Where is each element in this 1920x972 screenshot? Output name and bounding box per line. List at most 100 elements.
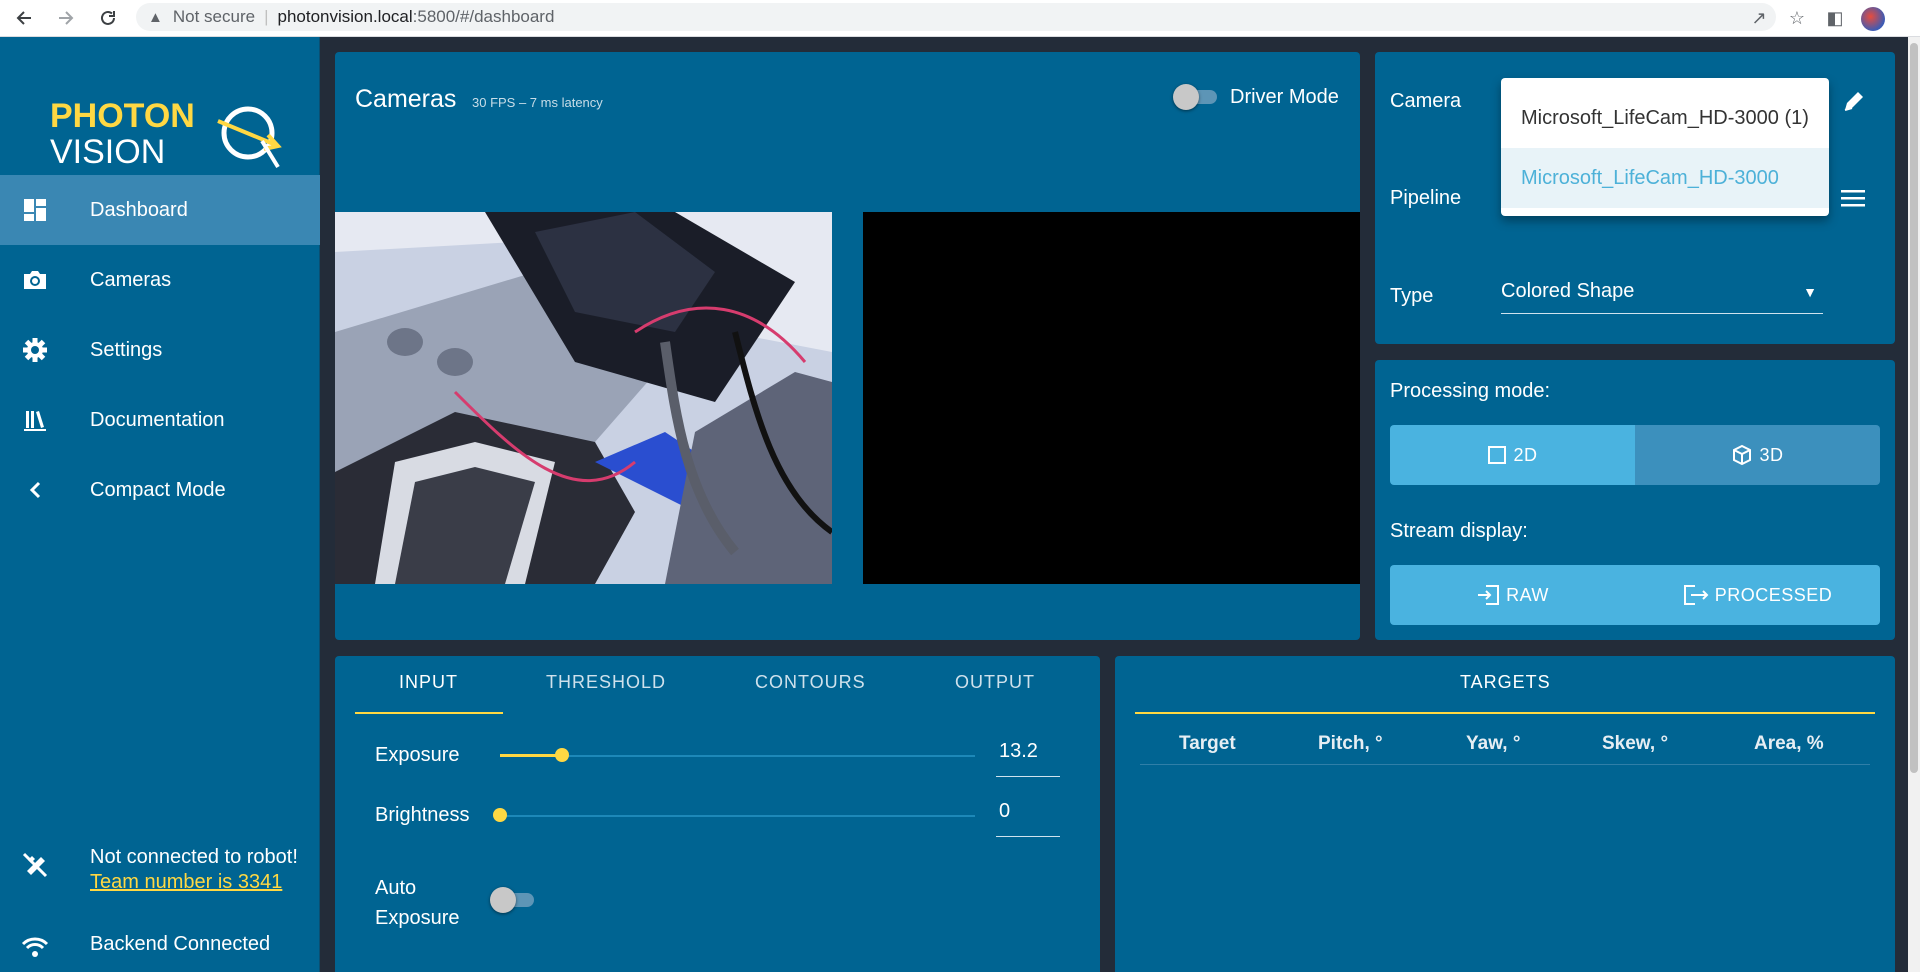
tab-threshold[interactable]: THRESHOLD [546,672,666,693]
cube-icon [1733,444,1752,466]
pipeline-label: Pipeline [1390,187,1462,209]
scrollbar-thumb[interactable] [1910,43,1918,773]
toggle-thumb [490,887,516,913]
targets-panel [1115,656,1895,972]
auto-exposure-label: Auto Exposure [375,873,460,933]
targets-underline [1135,712,1875,714]
type-select[interactable]: Colored Shape ▼ [1501,280,1823,314]
svg-text:VISION: VISION [50,133,165,171]
type-select-value: Colored Shape [1501,280,1635,302]
caret-down-icon: ▼ [1803,284,1817,300]
page-scrollbar[interactable] [1908,37,1920,972]
robot-disconnected-icon [0,845,70,879]
active-tab-indicator [355,712,503,714]
camera-dropdown-menu: Microsoft_LifeCam_HD-3000 (1) Microsoft_… [1501,78,1829,216]
back-arrow-icon[interactable] [10,4,38,32]
camera-label: Camera [1390,90,1462,112]
stream-raw-label: RAW [1506,584,1549,605]
login-icon [1478,585,1500,605]
type-label: Type [1390,285,1434,307]
auto-exposure-toggle[interactable] [490,887,534,913]
photonvision-logo: PHOTON VISION [48,77,288,177]
pencil-icon[interactable] [1841,88,1867,119]
sidebar-item-cameras[interactable]: Cameras [0,245,320,315]
tab-input[interactable]: INPUT [399,672,458,693]
url-path: :5800/#/dashboard [412,7,555,26]
driver-mode-label: Driver Mode [1230,86,1339,108]
backend-status-text: Backend Connected [90,933,271,955]
exposure-slider-thumb[interactable] [554,748,569,762]
cameras-title: Cameras [355,85,457,113]
processing-mode-toggle: 2D 3D [1390,425,1880,485]
targets-title: TARGETS [1460,672,1551,692]
column-header-pitch: Pitch, ° [1318,733,1383,754]
toggle-thumb [1173,84,1199,110]
column-header-yaw: Yaw, ° [1466,733,1521,754]
stream-raw-button[interactable]: RAW [1390,565,1635,625]
sidebar: PHOTON VISION Dashboard Cameras Settings… [0,37,320,972]
tab-contours[interactable]: CONTOURS [755,672,866,693]
processing-mode-label: Processing mode: [1390,380,1551,402]
fps-latency-stats: 30 FPS – 7 ms latency [472,95,603,110]
logout-icon [1683,585,1709,605]
browser-toolbar: ▲ Not secure | photonvision.local:5800/#… [0,0,1920,37]
camera-option-selected[interactable]: Microsoft_LifeCam_HD-3000 [1501,148,1829,208]
robot-status: Not connected to robot! Team number is 3… [0,845,320,895]
star-icon[interactable]: ☆ [1778,8,1816,29]
camera-icon [0,268,70,292]
raw-stream-image [335,212,832,584]
warning-icon: ▲ [148,8,163,26]
mode-panel: Processing mode: 2D 3D Stream display: R… [1375,360,1895,640]
tab-output[interactable]: OUTPUT [955,672,1035,693]
column-header-skew: Skew, ° [1602,733,1669,754]
processing-3d-label: 3D [1759,444,1784,465]
column-header-area: Area, % [1754,733,1824,754]
sidebar-item-documentation[interactable]: Documentation [0,385,320,455]
camera-option[interactable]: Microsoft_LifeCam_HD-3000 (1) [1501,88,1829,148]
sidebar-item-dashboard[interactable]: Dashboard [0,175,320,245]
brightness-slider-thumb[interactable] [493,808,507,822]
chevron-left-icon [0,481,70,499]
stream-processed-button[interactable]: PROCESSED [1635,565,1880,625]
auto-exposure-label-line1: Auto [375,877,417,899]
robot-status-text: Not connected to robot! Team number is 3… [90,845,298,895]
profile-avatar[interactable] [1854,6,1892,31]
square-icon [1488,446,1507,464]
url-host: photonvision.local [277,7,413,26]
driver-mode-toggle[interactable] [1173,84,1217,110]
share-icon[interactable]: ↗ [1740,8,1778,29]
table-header-divider [1140,764,1870,765]
sidebar-item-label: Cameras [90,268,172,291]
stream-display-label: Stream display: [1390,520,1528,542]
sidebar-item-label: Documentation [90,408,225,431]
sidebar-item-label: Settings [90,338,163,361]
wifi-icon [0,930,70,958]
gear-icon [0,337,70,363]
exposure-slider-track[interactable] [500,755,975,757]
library-books-icon [0,408,70,432]
cameras-panel: Cameras 30 FPS – 7 ms latency Driver Mod… [335,52,1360,640]
menu-icon[interactable] [1841,188,1865,213]
exposure-label: Exposure [375,744,460,766]
backend-status: Backend Connected [0,930,320,958]
processing-2d-label: 2D [1513,444,1538,465]
processing-3d-button[interactable]: 3D [1635,425,1880,485]
column-header-target: Target [1179,733,1236,754]
side-panel-icon[interactable]: ◧ [1816,8,1854,29]
stream-processed-label: PROCESSED [1714,584,1833,605]
sidebar-item-settings[interactable]: Settings [0,315,320,385]
reload-icon[interactable] [94,4,122,32]
sidebar-item-compact-mode[interactable]: Compact Mode [0,455,320,525]
brightness-value-field[interactable]: 0 [996,800,1060,837]
exposure-slider-fill [500,754,562,757]
sidebar-item-label: Dashboard [90,198,188,221]
address-bar[interactable]: ▲ Not secure | photonvision.local:5800/#… [136,3,1776,31]
brightness-slider-track[interactable] [500,815,975,817]
team-number-link[interactable]: Team number is 3341 [90,871,282,893]
omnibox-divider: | [264,7,269,26]
forward-arrow-icon[interactable] [52,4,80,32]
sidebar-item-label: Compact Mode [90,478,226,501]
stream-display-toggle: RAW PROCESSED [1390,565,1880,625]
processing-2d-button[interactable]: 2D [1390,425,1635,485]
exposure-value-field[interactable]: 13.2 [996,740,1060,777]
